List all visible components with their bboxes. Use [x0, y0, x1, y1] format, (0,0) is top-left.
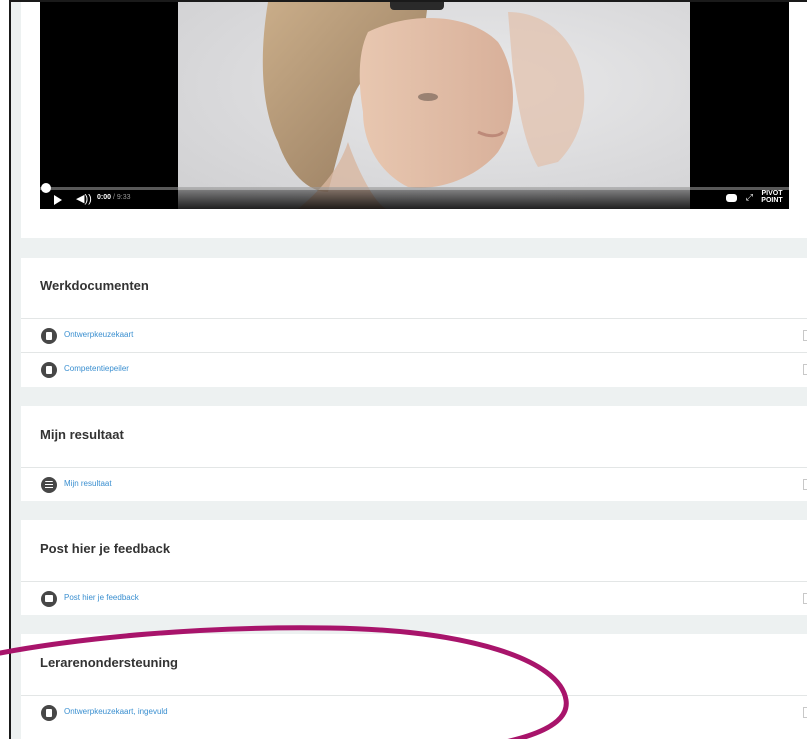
video-time: 0:00 / 9:33: [97, 194, 130, 201]
video-top-handle: [390, 2, 444, 10]
item-link[interactable]: Ontwerpkeuzekaart: [64, 330, 133, 339]
video-progress-knob[interactable]: [41, 183, 51, 193]
closed-captions-icon[interactable]: [726, 194, 737, 202]
section-werkdocumenten: Werkdocumenten Ontwerpkeuzekaart Compete…: [21, 258, 807, 387]
completion-checkbox[interactable]: [803, 330, 807, 341]
section-lerarenondersteuning: Lerarenondersteuning Ontwerpkeuzekaart, …: [21, 634, 807, 739]
item-link[interactable]: Mijn resultaat: [64, 479, 112, 488]
item-link[interactable]: Competentiepeiler: [64, 364, 129, 373]
section-title: Lerarenondersteuning: [40, 655, 178, 670]
section-mijn-resultaat: Mijn resultaat Mijn resultaat: [21, 406, 807, 501]
video-progress-bar[interactable]: [40, 183, 789, 193]
video-time-current: 0:00: [97, 194, 112, 201]
document-icon: [41, 705, 57, 721]
video-controls: ◀)) 0:00 / 9:33 ⤢ PIVOT POINT: [40, 183, 789, 209]
video-card: ◀)) 0:00 / 9:33 ⤢ PIVOT POINT: [21, 2, 807, 238]
section-title: Mijn resultaat: [40, 427, 124, 442]
item-link[interactable]: Ontwerpkeuzekaart, ingevuld: [64, 707, 168, 716]
completion-checkbox[interactable]: [803, 479, 807, 490]
volume-icon[interactable]: ◀)): [76, 192, 92, 205]
play-icon[interactable]: [54, 195, 62, 205]
list-item[interactable]: Post hier je feedback: [21, 581, 807, 615]
list-item[interactable]: Ontwerpkeuzekaart, ingevuld: [21, 695, 807, 729]
list-icon: [41, 477, 57, 493]
pivot-point-logo: PIVOT POINT: [761, 190, 783, 204]
course-page: ◀)) 0:00 / 9:33 ⤢ PIVOT POINT Werkdocume…: [9, 0, 807, 739]
video-player[interactable]: ◀)) 0:00 / 9:33 ⤢ PIVOT POINT: [40, 2, 789, 209]
section-title: Post hier je feedback: [40, 541, 171, 556]
item-link[interactable]: Post hier je feedback: [64, 593, 139, 602]
fullscreen-icon[interactable]: ⤢: [746, 192, 753, 203]
list-item[interactable]: Competentiepeiler: [21, 352, 807, 386]
list-item[interactable]: Ontwerpkeuzekaart: [21, 318, 807, 352]
video-time-total: / 9:33: [112, 194, 131, 201]
section-title: Werkdocumenten: [40, 278, 149, 293]
forum-icon: [41, 591, 57, 607]
completion-checkbox[interactable]: [803, 364, 807, 375]
video-still-image: [178, 2, 690, 209]
document-icon: [41, 328, 57, 344]
document-icon: [41, 362, 57, 378]
list-item[interactable]: Mijn resultaat: [21, 467, 807, 501]
completion-checkbox[interactable]: [803, 707, 807, 718]
model-portrait-image: [262, 2, 585, 209]
section-feedback: Post hier je feedback Post hier je feedb…: [21, 520, 807, 615]
completion-checkbox[interactable]: [803, 593, 807, 604]
